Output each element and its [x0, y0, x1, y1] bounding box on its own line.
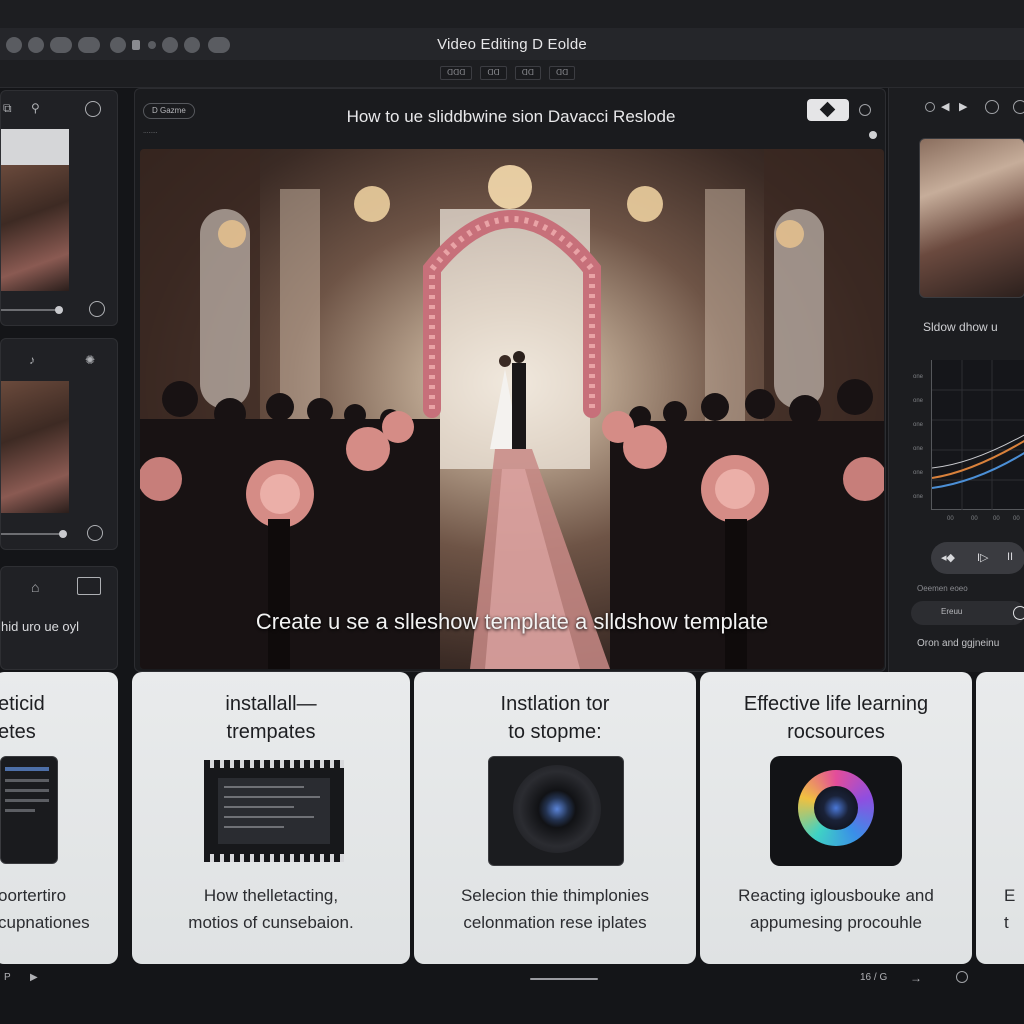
video-panel: D Gazme ᐧᐧᐧᐧᐧᐧᐧᐧ How to ue sliddbwine si…: [134, 88, 886, 672]
window-title: Video Editing D Eolde: [437, 36, 587, 53]
info-icon[interactable]: [956, 971, 968, 983]
tutorial-card-5-description: E t: [1004, 886, 1016, 932]
right-toolbar-dot-icon[interactable]: [925, 102, 935, 112]
right-toolbar-rewind-icon[interactable]: ◀: [941, 100, 949, 113]
clip-thumbnail-1[interactable]: [1, 165, 69, 291]
left-clip-card-3[interactable]: ⌂ hid uro ue oyl: [0, 566, 118, 670]
clip-2-slider-knob[interactable]: [59, 530, 67, 538]
wedding-scene-illustration: [140, 149, 884, 669]
graph-x-tick-2: 00: [971, 516, 978, 522]
tutorial-card-3[interactable]: Instlation tor to stopme: Selecion thie …: [414, 672, 696, 964]
right-preview-thumbnail[interactable]: [919, 138, 1024, 298]
title-bar: Video Editing D Eolde ᗡᗡᗡ ᗡᗡ ᗡᗡ ᗡᗡ: [0, 0, 1024, 88]
graph-x-tick-4: 00: [1013, 516, 1020, 522]
right-small-label: Oeemen eoeo: [917, 584, 968, 593]
tutorial-card-5[interactable]: E t: [976, 672, 1024, 964]
right-toolbar-record-icon[interactable]: [985, 100, 999, 114]
tutorial-card-3-title: Instlation tor to stopme:: [500, 693, 610, 743]
sub-label: ᐧᐧᐧᐧᐧᐧᐧᐧ: [143, 130, 158, 137]
right-panel: ◀ ▶ Sldow dhow u one one one one one one…: [888, 88, 1024, 672]
right-toolbar-options-icon[interactable]: [1013, 100, 1024, 114]
page-progress-line: [530, 978, 598, 980]
tutorial-card-2-description: How thelletacting, motios of cunsebaion.: [188, 886, 354, 932]
trash-icon[interactable]: ⌂: [31, 579, 39, 595]
tutorial-card-3-description: Selecion thie thimplonies celonmation re…: [460, 886, 650, 932]
tutorial-card-1-title: eticid etes: [0, 693, 45, 743]
clip-thumbnail-2[interactable]: [1, 381, 69, 513]
clip-1-info-icon[interactable]: [89, 301, 105, 317]
title-tab-2[interactable]: ᗡᗡ: [480, 66, 507, 80]
clip-2-slider[interactable]: [1, 533, 63, 535]
video-preview[interactable]: Create u se a slleshow template a slldsh…: [140, 149, 884, 669]
left-panel-text: hid uro ue oyl: [1, 619, 80, 634]
tutorial-cards: eticid etes oortertiro cupnationes insta…: [0, 672, 1024, 968]
right-pill-label: Ereuu: [941, 607, 963, 616]
layers-icon[interactable]: ⧉: [3, 101, 12, 116]
left-panel: ⧉ ⚲ ♪ ✺ ⌂ hid uro ue oyl: [0, 88, 122, 672]
video-title: How to ue sliddbwine sion Davacci Reslod…: [346, 107, 676, 126]
bottom-left-label: P: [4, 972, 11, 983]
tutorial-card-4[interactable]: Effective life learning rocsources React…: [700, 672, 972, 964]
keyframe-button[interactable]: [807, 99, 849, 121]
right-toolbar-play-icon[interactable]: ▶: [959, 100, 967, 113]
clip-thumbnail-top[interactable]: [1, 129, 69, 165]
curve-graph-plot: [931, 360, 1024, 510]
graph-y-tick-5: one: [913, 470, 924, 476]
bottom-bar: P ▶ 16 / G →: [0, 968, 1024, 1024]
graph-x-tick-3: 00: [993, 516, 1000, 522]
speaker-icon[interactable]: ♪: [29, 353, 35, 367]
tutorial-card-1[interactable]: eticid etes oortertiro cupnationes: [0, 672, 118, 964]
sparkle-icon[interactable]: ✺: [85, 353, 95, 367]
title-tab-1[interactable]: ᗡᗡᗡ: [440, 66, 473, 80]
curve-graph[interactable]: [931, 360, 1024, 510]
right-footer-label: Oron and ggjneinu: [917, 638, 1000, 649]
pause-icon[interactable]: II: [1007, 551, 1013, 563]
graph-y-tick-2: one: [913, 398, 924, 404]
tutorial-card-2-image: [204, 760, 344, 862]
left-clip-card-1[interactable]: ⧉ ⚲: [0, 90, 118, 326]
page-indicator: 16 / G: [860, 972, 888, 983]
transport-controls[interactable]: ◂◆ I▷ II: [931, 542, 1024, 574]
left-clip-card-2[interactable]: ♪ ✺: [0, 338, 118, 550]
panel-option-icon[interactable]: [859, 104, 871, 116]
video-caption: Create u se a slleshow template a slldsh…: [255, 609, 769, 634]
right-pill-button[interactable]: Ereuu: [911, 601, 1024, 625]
right-panel-label: Sldow dhow u: [923, 320, 998, 334]
clip-2-info-icon[interactable]: [87, 525, 103, 541]
settings-icon[interactable]: [85, 101, 101, 117]
tutorial-card-4-image: [770, 756, 902, 866]
title-tabs: ᗡᗡᗡ ᗡᗡ ᗡᗡ ᗡᗡ: [440, 66, 576, 80]
panel-status-icon: [869, 131, 877, 139]
tutorial-card-1-image: [0, 756, 58, 864]
title-tab-3[interactable]: ᗡᗡ: [514, 66, 541, 80]
screen-icon[interactable]: [77, 577, 101, 595]
clip-1-slider[interactable]: [1, 309, 59, 311]
tutorial-card-3-image: [488, 756, 624, 866]
play-icon[interactable]: I▷: [977, 551, 989, 564]
graph-y-tick-1: one: [913, 374, 924, 380]
right-pill-toggle-icon[interactable]: [1013, 606, 1024, 620]
tutorial-card-4-description: Reacting iglousbouke and appumesing proc…: [738, 886, 934, 932]
graph-x-tick-1: 00: [947, 516, 954, 522]
graph-y-tick-3: one: [913, 422, 924, 428]
rewind-icon[interactable]: ◂◆: [941, 551, 955, 564]
title-tab-4[interactable]: ᗡᗡ: [548, 66, 576, 80]
person-icon[interactable]: ⚲: [31, 101, 40, 115]
tutorial-card-4-title: Effective life learning rocsources: [743, 693, 929, 743]
graph-y-tick-6: one: [913, 494, 924, 500]
clip-1-slider-knob[interactable]: [55, 306, 63, 314]
tutorial-card-2-title: installall— trempates: [225, 693, 317, 743]
graph-y-tick-4: one: [913, 446, 924, 452]
next-arrow-icon[interactable]: →: [910, 971, 922, 985]
tutorial-card-2[interactable]: installall— trempates How thelletacting,…: [132, 672, 410, 964]
tutorial-card-1-description: oortertiro cupnationes: [0, 886, 90, 932]
play-icon[interactable]: ▶: [30, 972, 38, 983]
